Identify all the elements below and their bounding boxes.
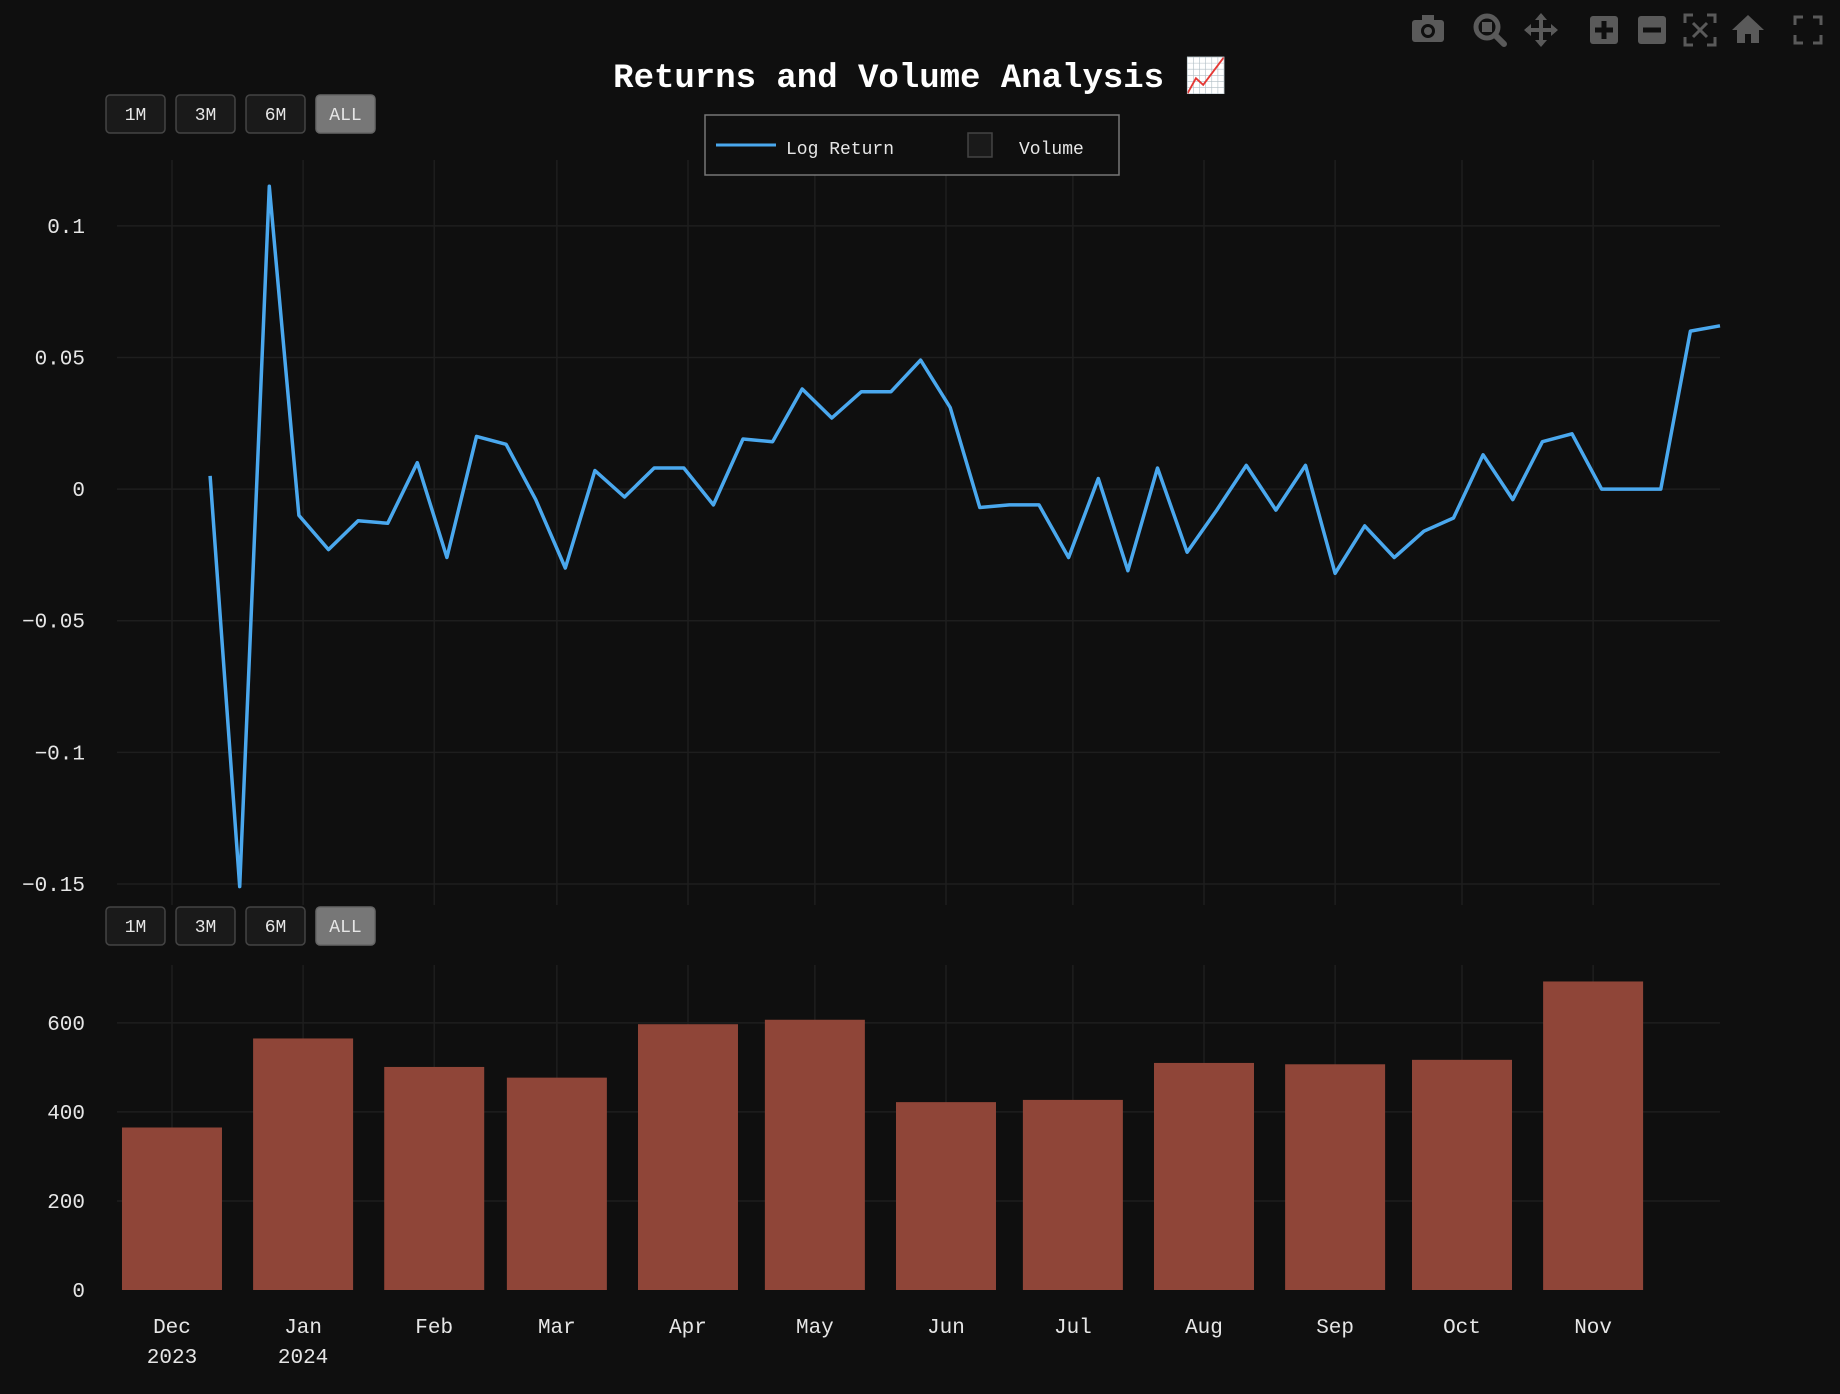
y-tick-label-returns: −0.1 [35,743,85,766]
zoom-in-icon[interactable] [1590,16,1618,44]
x-tick-label: Jun [927,1317,965,1340]
legend: Log Return Volume [704,114,1120,176]
range-button-label: 3M [195,918,217,938]
volume-bar[interactable] [1022,1099,1123,1290]
x-tick-label: Aug [1185,1317,1223,1340]
volume-bar[interactable] [506,1077,607,1290]
legend-label-volume: Volume [1019,140,1084,160]
range-button-1m[interactable]: 1M [105,94,166,134]
range-button-all[interactable]: ALL [315,906,376,946]
volume-bar[interactable] [121,1127,222,1291]
y-tick-label-returns: 0.1 [47,217,85,240]
zoom-out-icon[interactable] [1638,16,1666,44]
volume-bar[interactable] [1153,1062,1254,1290]
range-button-label: ALL [329,918,361,938]
legend-label-log-return: Log Return [786,140,894,160]
range-button-label: 6M [265,106,287,126]
range-button-label: 1M [125,918,147,938]
range-button-label: ALL [329,106,361,126]
volume-bar[interactable] [764,1019,865,1290]
x-tick-label: Apr [669,1317,707,1340]
y-tick-label-returns: 0 [72,480,85,503]
range-button-6m[interactable]: 6M [245,906,306,946]
range-button-label: 6M [265,918,287,938]
y-tick-label-returns: −0.05 [22,612,85,635]
range-button-3m[interactable]: 3M [175,94,236,134]
volume-bar[interactable] [1543,981,1644,1290]
range-button-1m[interactable]: 1M [105,906,166,946]
y-tick-label-volume: 200 [47,1192,85,1215]
x-tick-label: May [796,1317,834,1340]
returns-volume-chart: 0.1 0.05 0 −0.05 −0.1 −0.15 0 200 400 600 Dec 2023 J… [0,0,1840,1394]
volume-bar[interactable] [253,1038,354,1290]
x-tick-label: Jul [1054,1317,1092,1340]
volume-bar[interactable] [1285,1064,1386,1290]
x-tick-label: Oct [1443,1317,1481,1340]
x-tick-label: Nov [1574,1317,1612,1340]
range-button-label: 1M [125,106,147,126]
x-tick-year-label: 2024 [278,1347,328,1370]
legend-bar-swatch [967,132,993,158]
x-tick-label: Feb [415,1317,453,1340]
x-tick-year-label: 2023 [147,1347,197,1370]
y-tick-label-returns: 0.05 [35,348,85,371]
chart-title: Returns and Volume Analysis 📈 [613,56,1227,98]
range-button-3m[interactable]: 3M [175,906,236,946]
y-tick-label-volume: 0 [72,1281,85,1304]
x-tick-label: Jan [284,1317,322,1340]
y-tick-label-volume: 400 [47,1103,85,1126]
x-tick-label: Sep [1316,1317,1354,1340]
y-tick-label-volume: 600 [47,1014,85,1037]
volume-bar[interactable] [1411,1059,1512,1290]
volume-bar[interactable] [895,1102,996,1290]
range-button-6m[interactable]: 6M [245,94,306,134]
range-button-all[interactable]: ALL [315,94,376,134]
x-tick-label: Mar [538,1317,576,1340]
x-tick-label: Dec [153,1317,191,1340]
y-tick-label-returns: −0.15 [22,875,85,898]
range-button-label: 3M [195,106,217,126]
volume-bar[interactable] [384,1066,485,1290]
volume-bar[interactable] [637,1024,738,1290]
